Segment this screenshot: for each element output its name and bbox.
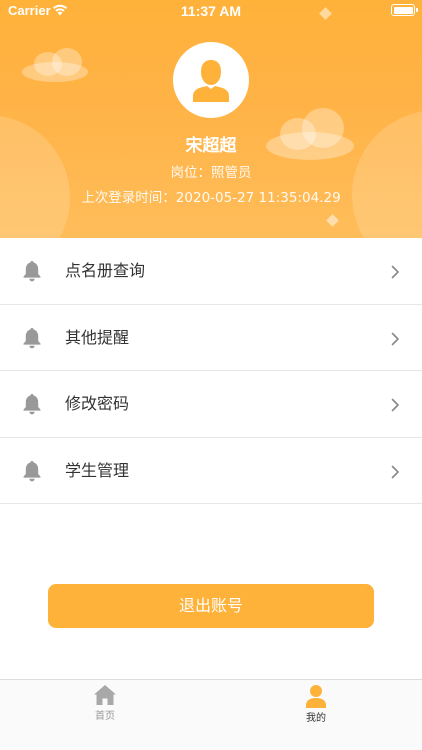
bell-icon [23, 394, 41, 415]
menu-item-roll-call-query[interactable]: 点名册查询 [0, 238, 422, 305]
diamond-decoration [326, 214, 339, 227]
profile-screen: Carrier 11:37 AM 宋超超 岗位：照管员 上次登录时间：2020-… [0, 0, 422, 750]
tab-mine[interactable]: 我的 [276, 684, 356, 728]
menu-list: 点名册查询 其他提醒 修改密码 学生管理 [0, 238, 422, 504]
last-login-time: 上次登录时间：2020-05-27 11:35:04.29 [81, 190, 341, 206]
tab-label: 首页 [95, 711, 115, 722]
profile-header: Carrier 11:37 AM 宋超超 岗位：照管员 上次登录时间：2020-… [0, 0, 422, 238]
menu-item-label: 修改密码 [65, 394, 130, 413]
user-role: 岗位：照管员 [170, 165, 252, 181]
logout-button[interactable]: 退出账号 [48, 584, 374, 628]
menu-item-other-reminders[interactable]: 其他提醒 [0, 305, 422, 371]
menu-item-student-management[interactable]: 学生管理 [0, 438, 422, 504]
user-icon [306, 685, 326, 708]
chevron-right-icon [391, 265, 399, 279]
status-bar: Carrier 11:37 AM [0, 0, 422, 22]
menu-item-label: 学生管理 [65, 460, 130, 480]
tab-home[interactable]: 首页 [65, 684, 145, 728]
bell-icon [23, 261, 41, 282]
chevron-right-icon [391, 398, 399, 412]
menu-item-change-password[interactable]: 修改密码 [0, 371, 422, 438]
home-icon [94, 685, 116, 705]
chevron-right-icon [391, 465, 399, 478]
bell-icon [23, 460, 41, 481]
bell-icon [23, 327, 41, 348]
battery-icon [391, 4, 418, 16]
tab-label: 我的 [306, 713, 326, 724]
avatar[interactable] [173, 42, 249, 118]
user-silhouette-icon [193, 60, 229, 102]
menu-item-label: 点名册查询 [65, 261, 146, 280]
chevron-right-icon [391, 332, 399, 345]
menu-item-label: 其他提醒 [65, 327, 130, 347]
tab-bar: 首页 我的 [0, 679, 422, 750]
user-name: 宋超超 [185, 136, 237, 156]
status-time: 11:37 AM [180, 3, 242, 19]
